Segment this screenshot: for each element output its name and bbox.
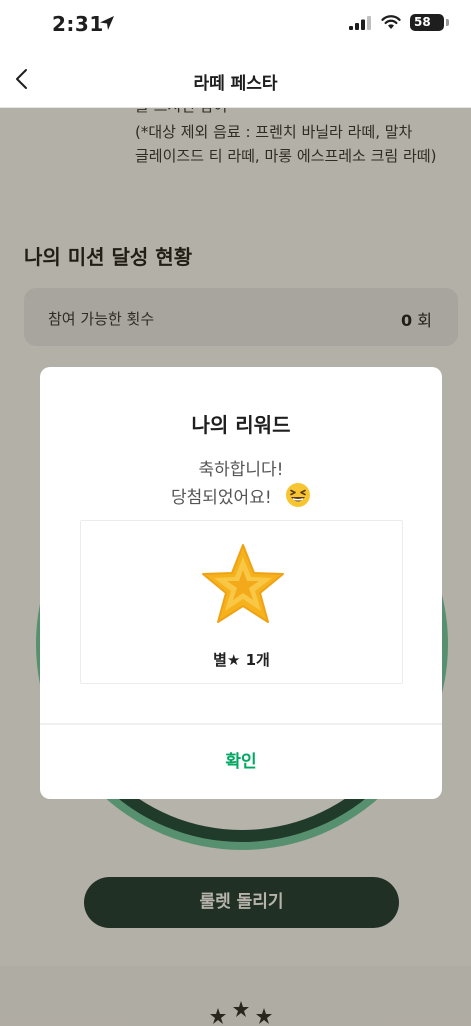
confirm-button[interactable]: 확인 — [40, 725, 442, 799]
reward-label: 별★ 1개 — [213, 651, 270, 669]
reward-modal: 나의 리워드 축하합니다! 당첨되었어요! 별★ 1개 확인 — [40, 367, 442, 799]
status-bar: 2:31 58 — [0, 0, 471, 50]
wifi-icon — [381, 15, 401, 29]
star-icon — [202, 544, 284, 623]
nav-bar: 라떼 페스타 — [0, 50, 471, 108]
battery-tip — [446, 19, 449, 26]
status-time: 2:31 — [52, 12, 104, 36]
signal-icon — [349, 16, 371, 30]
win-message: 당첨되었어요! — [171, 488, 272, 508]
battery-icon: 58 — [410, 14, 444, 31]
location-arrow-icon — [100, 16, 114, 30]
page-title: 라떼 페스타 — [193, 74, 278, 94]
modal-title: 나의 리워드 — [191, 413, 291, 437]
reward-card: 별★ 1개 — [80, 520, 403, 684]
battery-level: 58 — [414, 15, 431, 29]
congrats-message: 축하합니다! — [198, 460, 284, 480]
grinning-squinting-face-icon — [286, 483, 310, 507]
